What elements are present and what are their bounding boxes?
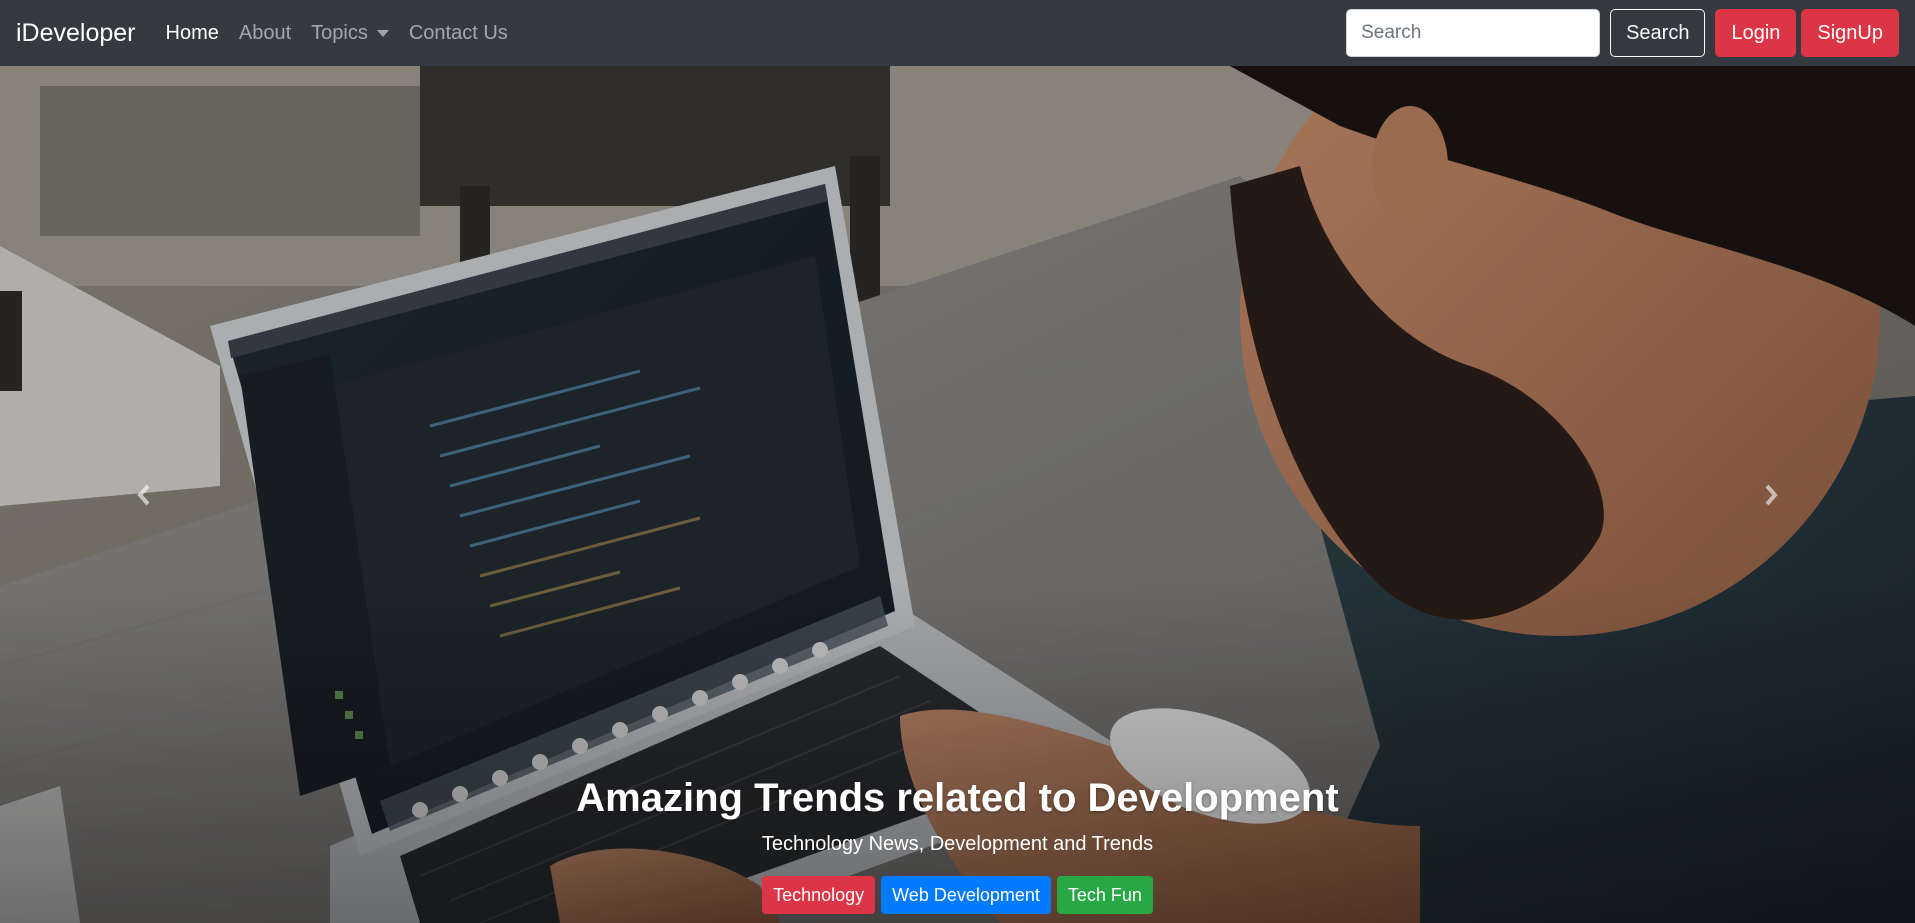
top-navbar: iDeveloper Home About Topics Contact Us … [0, 0, 1915, 66]
nav-contact-link[interactable]: Contact Us [399, 22, 518, 45]
hero-tags: Technology Web Development Tech Fun [0, 876, 1915, 914]
tag-technology-button[interactable]: Technology [762, 876, 876, 914]
nav-topics-dropdown[interactable]: Topics [301, 22, 399, 45]
nav-search-form: Search Login SignUp [1346, 9, 1899, 57]
nav-topics-label: Topics [311, 21, 368, 44]
nav-about-link[interactable]: About [229, 22, 301, 45]
search-button[interactable]: Search [1610, 9, 1706, 57]
chevron-left-icon [136, 484, 150, 505]
search-input[interactable] [1346, 9, 1601, 57]
nav-home-link[interactable]: Home [156, 22, 229, 45]
carousel-caption: Amazing Trends related to Development Te… [0, 774, 1915, 914]
hero-carousel: Amazing Trends related to Development Te… [0, 66, 1915, 923]
login-button[interactable]: Login [1715, 9, 1797, 57]
hero-title: Amazing Trends related to Development [576, 776, 1339, 820]
hero-subtitle: Technology News, Development and Trends [761, 833, 1154, 855]
signup-button[interactable]: SignUp [1801, 9, 1899, 57]
tag-web-development-button[interactable]: Web Development [881, 876, 1051, 914]
chevron-right-icon [1765, 484, 1779, 505]
caret-down-icon [376, 29, 389, 37]
nav-links: Home About Topics Contact Us [156, 22, 518, 45]
brand-logo[interactable]: iDeveloper [16, 19, 136, 48]
tag-tech-fun-button[interactable]: Tech Fun [1056, 876, 1153, 914]
